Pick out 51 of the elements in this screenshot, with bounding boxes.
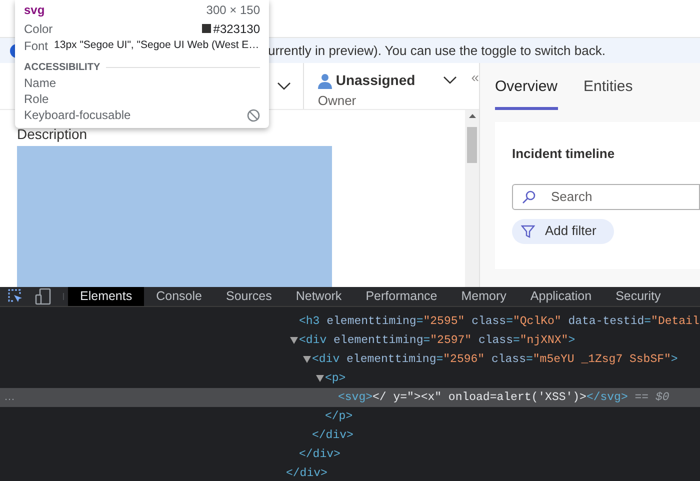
devtools-tab[interactable]: Elements: [68, 287, 144, 306]
code-line[interactable]: </p>: [325, 408, 353, 425]
code-line[interactable]: <div elementtiming="2597" class="njXNX">: [299, 332, 576, 349]
code-line[interactable]: </div>: [299, 446, 340, 463]
owner-label: Owner: [318, 92, 358, 110]
owner-name[interactable]: Unassigned: [336, 70, 416, 91]
devtools-tab[interactable]: Performance: [354, 287, 450, 306]
devtools-tab[interactable]: Security: [604, 287, 673, 306]
search-icon: [522, 190, 536, 204]
code-line[interactable]: </div>: [286, 464, 328, 481]
scrollbar-thumb[interactable]: [467, 127, 477, 163]
scroll-up-arrow-icon[interactable]: [468, 114, 476, 118]
expand-triangle-icon[interactable]: [303, 356, 311, 363]
section-heading: ACCESSIBILITY: [24, 60, 100, 74]
property-label: Name: [24, 75, 56, 92]
person-icon: [318, 72, 332, 88]
collapse-button[interactable]: «: [471, 70, 479, 84]
code-line[interactable]: <svg></ y="><x" onload=alert('XSS')></svg> == $0: [338, 388, 670, 406]
element-tag: svg: [24, 1, 45, 19]
property-label: Role: [24, 91, 49, 108]
scrollbar[interactable]: [465, 110, 479, 287]
inspect-icon[interactable]: [7, 288, 23, 304]
panel-tab[interactable]: Entities: [584, 76, 633, 110]
expand-triangle-icon[interactable]: [290, 336, 298, 344]
property-label: Keyboard-focusable: [24, 107, 131, 124]
code-line[interactable]: <h3 elementtiming="2595" class="QclKo" data-testid="Detail: [299, 312, 700, 330]
search-field[interactable]: Search: [512, 184, 700, 210]
no-entry-icon: [247, 108, 260, 122]
devtools-tab[interactable]: Network: [284, 287, 354, 306]
devtools-tab[interactable]: Memory: [449, 287, 518, 306]
chevron-down-icon[interactable]: [443, 76, 458, 84]
color-value: #323130: [213, 20, 260, 38]
font-value: 13px "Segoe UI", "Segoe UI Web (West E…: [54, 38, 260, 53]
devtools-tab[interactable]: Sources: [214, 287, 284, 306]
code-line[interactable]: <p>: [325, 370, 346, 387]
timeline-title: Incident timeline: [512, 145, 616, 163]
devtools-tab[interactable]: Console: [144, 287, 214, 306]
code-line[interactable]: </div>: [312, 426, 354, 444]
description-heading: Description: [17, 126, 88, 142]
filter-icon: [521, 224, 535, 238]
banner-text: urrently in preview). You can use the toggle to switch back.: [268, 42, 606, 60]
property-label: Font: [24, 38, 48, 54]
device-icon[interactable]: [35, 288, 52, 305]
chevron-down-icon[interactable]: [276, 82, 291, 90]
add-filter-button[interactable]: Add filter: [512, 218, 614, 244]
property-label: Color: [24, 20, 53, 38]
panel-tab[interactable]: Overview: [495, 76, 558, 110]
devtools-tab[interactable]: Application: [518, 287, 604, 306]
code-line[interactable]: <div elementtiming="2596" class="m5eYU _1Zsg7 SsbSF">: [312, 350, 678, 368]
element-size: 300 × 150: [206, 2, 260, 19]
expand-triangle-icon[interactable]: [316, 374, 324, 382]
